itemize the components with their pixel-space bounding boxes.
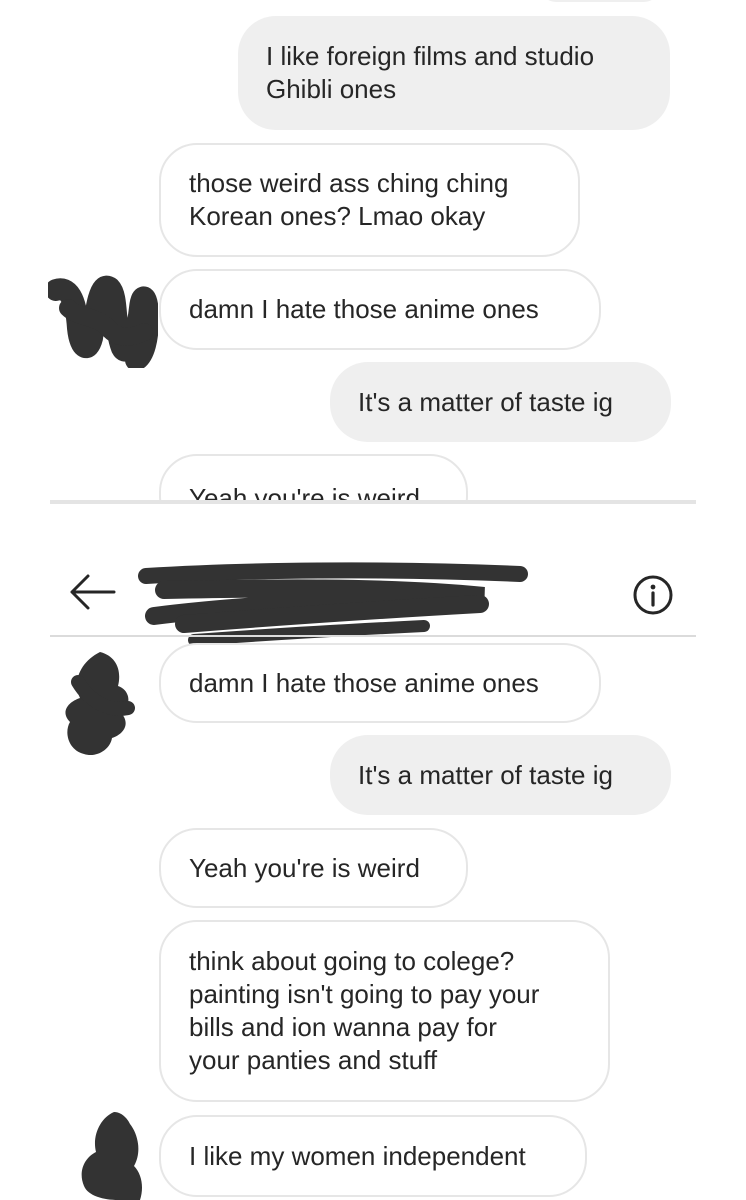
redacted-avatar — [81, 1112, 142, 1200]
message-bubble-received[interactable]: think about going to colege? painting is… — [159, 920, 610, 1102]
message-bubble-sent[interactable]: I like foreign films and studio Ghibli o… — [238, 16, 670, 130]
message-bubble-received[interactable]: damn I hate those anime ones — [159, 269, 601, 350]
redacted-avatar — [65, 652, 135, 756]
message-bubble-sent[interactable]: It's a matter of taste ig — [330, 362, 671, 442]
redacted-username — [138, 562, 528, 646]
message-bubble-sent[interactable]: It's a matter of taste ig — [330, 735, 671, 815]
top-conversation-panel: I like foreign films and studio Ghibli o… — [0, 0, 746, 500]
screenshot-divider — [50, 500, 696, 504]
info-circle-icon[interactable] — [632, 574, 674, 616]
header-divider — [50, 635, 696, 637]
arrow-left-icon[interactable] — [66, 572, 118, 612]
redacted-avatar — [48, 275, 158, 368]
message-bubble-received[interactable]: Yeah you're is weird — [159, 828, 468, 908]
message-bubble-received[interactable]: those weird ass ching ching Korean ones?… — [159, 143, 580, 257]
previous-message-remnant — [540, 0, 660, 2]
message-bubble-received[interactable]: I like my women independent — [159, 1115, 587, 1197]
message-bubble-received-cut[interactable]: Yeah you're is weird — [159, 454, 468, 500]
message-bubble-received[interactable]: damn I hate those anime ones — [159, 643, 601, 723]
